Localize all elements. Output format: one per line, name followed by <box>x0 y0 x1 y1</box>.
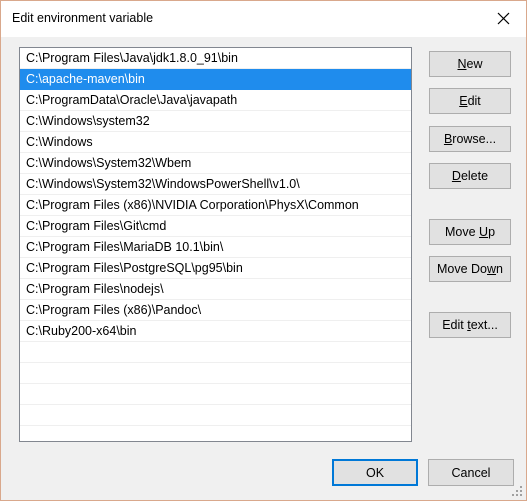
path-list-box[interactable]: C:\Program Files\Java\jdk1.8.0_91\bin C:\… <box>19 47 412 442</box>
window-title: Edit environment variable <box>12 11 154 25</box>
path-list-empty-row[interactable] <box>20 363 411 384</box>
path-list-item[interactable]: C:\apache-maven\bin <box>20 69 411 90</box>
path-list-item[interactable]: C:\Windows\system32 <box>20 111 411 132</box>
cancel-button[interactable]: Cancel <box>428 459 514 486</box>
new-button-label: New <box>457 57 483 71</box>
resize-grip-dot <box>520 486 522 488</box>
delete-button-label: Delete <box>451 169 489 183</box>
path-list-item[interactable]: C:\ProgramData\Oracle\Java\javapath <box>20 90 411 111</box>
edit-text-button-label: Edit text... <box>442 318 498 332</box>
move-up-button-label: Move Up <box>444 225 496 239</box>
resize-grip[interactable] <box>511 485 523 497</box>
resize-grip-dot <box>520 494 522 496</box>
path-list-empty-row[interactable] <box>20 384 411 405</box>
cancel-button-label: Cancel <box>451 465 491 480</box>
resize-grip-dot <box>520 490 522 492</box>
path-list-empty-row[interactable] <box>20 405 411 426</box>
browse-button[interactable]: Browse... <box>429 126 511 152</box>
resize-grip-dot <box>516 494 518 496</box>
title-bar: Edit environment variable <box>1 1 526 38</box>
path-list-item[interactable]: C:\Program Files\Java\jdk1.8.0_91\bin <box>20 48 411 69</box>
path-list-item[interactable]: C:\Windows\System32\Wbem <box>20 153 411 174</box>
edit-button-label: Edit <box>459 94 481 108</box>
move-down-button[interactable]: Move Down <box>429 256 511 282</box>
path-list-item[interactable]: C:\Program Files\nodejs\ <box>20 279 411 300</box>
resize-grip-dot <box>512 494 514 496</box>
path-list-item[interactable]: C:\Program Files (x86)\Pandoc\ <box>20 300 411 321</box>
path-list-item[interactable]: C:\Windows\System32\WindowsPowerShell\v1… <box>20 174 411 195</box>
edit-environment-variable-dialog: Edit environment variable C:\Program Fil… <box>0 0 527 501</box>
move-down-button-label: Move Down <box>436 262 503 276</box>
path-list-item[interactable]: C:\Windows <box>20 132 411 153</box>
path-list-empty-row[interactable] <box>20 426 411 441</box>
close-button[interactable] <box>480 1 526 36</box>
ok-button[interactable]: OK <box>332 459 418 486</box>
path-list-item[interactable]: C:\Program Files\PostgreSQL\pg95\bin <box>20 258 411 279</box>
path-list-empty-row[interactable] <box>20 342 411 363</box>
edit-text-button[interactable]: Edit text... <box>429 312 511 338</box>
path-list-item[interactable]: C:\Program Files\MariaDB 10.1\bin\ <box>20 237 411 258</box>
new-button[interactable]: New <box>429 51 511 77</box>
ok-button-label: OK <box>365 465 385 480</box>
close-icon <box>497 12 510 25</box>
path-list-item[interactable]: C:\Program Files (x86)\NVIDIA Corporatio… <box>20 195 411 216</box>
path-list-item[interactable]: C:\Ruby200-x64\bin <box>20 321 411 342</box>
delete-button[interactable]: Delete <box>429 163 511 189</box>
move-up-button[interactable]: Move Up <box>429 219 511 245</box>
edit-button[interactable]: Edit <box>429 88 511 114</box>
path-list-item[interactable]: C:\Program Files\Git\cmd <box>20 216 411 237</box>
browse-button-label: Browse... <box>443 132 497 146</box>
resize-grip-dot <box>516 490 518 492</box>
